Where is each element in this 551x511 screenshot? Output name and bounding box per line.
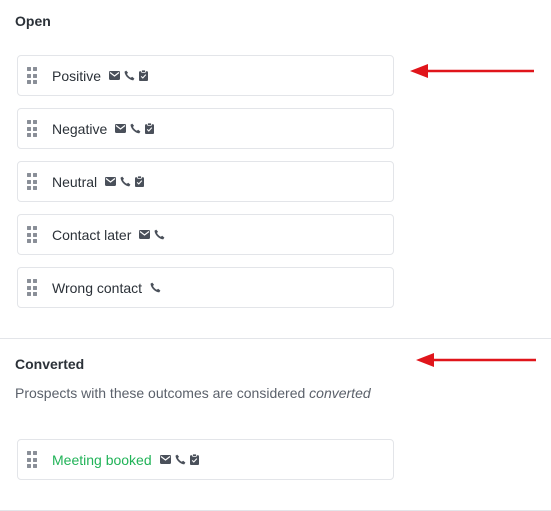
outcome-label-group: Wrong contact <box>52 280 161 296</box>
outcome-row[interactable]: Wrong contact <box>17 267 394 308</box>
channel-icons <box>159 454 199 465</box>
outcome-row[interactable]: Positive <box>17 55 394 96</box>
outcome-row[interactable]: Negative <box>17 108 394 149</box>
mail-icon <box>105 177 117 186</box>
drag-handle-icon[interactable] <box>27 226 37 243</box>
description-text: Prospects with these outcomes are consid… <box>15 385 310 401</box>
drag-handle-icon[interactable] <box>27 451 37 468</box>
description-emphasis: converted <box>309 385 371 401</box>
section-divider <box>0 338 551 339</box>
channel-icons <box>105 176 145 187</box>
channel-icons <box>139 229 165 240</box>
outcome-label: Meeting booked <box>52 451 152 468</box>
phone-icon <box>120 176 131 187</box>
annotation-arrow-icon <box>416 353 536 367</box>
drag-handle-icon[interactable] <box>27 173 37 190</box>
clipboard-icon <box>139 70 149 81</box>
outcome-row[interactable]: Neutral <box>17 161 394 202</box>
outcome-label: Positive <box>52 67 102 84</box>
mail-icon <box>139 230 151 239</box>
clipboard-icon <box>135 176 145 187</box>
section-open-title: Open <box>15 13 51 29</box>
outcome-label-group: Neutral <box>52 173 145 190</box>
clipboard-icon <box>145 123 155 134</box>
mail-icon <box>109 71 121 80</box>
outcome-label-group: Meeting booked <box>52 452 199 468</box>
phone-icon <box>154 229 165 240</box>
drag-handle-icon[interactable] <box>27 120 37 137</box>
clipboard-icon <box>189 454 199 465</box>
converted-outcome-list: Meeting booked <box>17 439 394 492</box>
outcome-label: Negative <box>52 120 108 137</box>
channel-icons <box>109 70 149 81</box>
phone-icon <box>130 123 141 134</box>
mail-icon <box>159 455 171 464</box>
phone-icon <box>150 282 161 293</box>
annotation-arrow-icon <box>410 64 534 78</box>
section-converted-title: Converted <box>15 356 85 372</box>
outcome-label: Contact later <box>52 226 132 243</box>
channel-icons <box>115 123 155 134</box>
outcome-row[interactable]: Meeting booked <box>17 439 394 480</box>
outcome-label-group: Contact later <box>52 227 165 243</box>
phone-icon <box>175 454 186 465</box>
section-converted-description: Prospects with these outcomes are consid… <box>15 385 371 401</box>
open-outcome-list: Positive Negative Neutral Contact later Wron… <box>17 55 394 320</box>
outcome-label-group: Negative <box>52 120 155 137</box>
drag-handle-icon[interactable] <box>27 67 37 84</box>
outcome-label: Neutral <box>52 173 98 190</box>
channel-icons <box>150 282 161 293</box>
phone-icon <box>124 70 135 81</box>
mail-icon <box>115 124 127 133</box>
outcome-label-group: Positive <box>52 67 149 84</box>
outcome-label: Wrong contact <box>52 279 143 296</box>
drag-handle-icon[interactable] <box>27 279 37 296</box>
outcome-row[interactable]: Contact later <box>17 214 394 255</box>
